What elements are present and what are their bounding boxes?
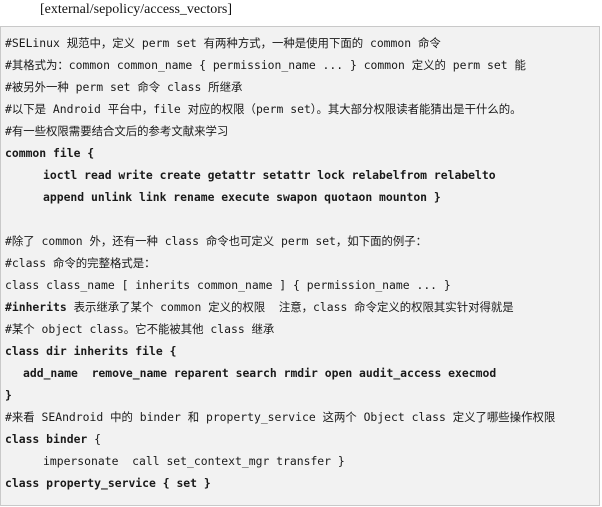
code-line: class binder { bbox=[5, 431, 101, 447]
code-line: #某个 object class。它不能被其他 class 继承 bbox=[5, 322, 275, 336]
code-line: add_name remove_name reparent search rmd… bbox=[23, 366, 497, 380]
code-line: #来看 SEAndroid 中的 binder 和 property_servi… bbox=[5, 410, 556, 424]
inherits-keyword: #inherits bbox=[5, 300, 67, 314]
code-line: #inherits 表示继承了某个 common 定义的权限 注意，class … bbox=[5, 299, 514, 315]
code-line: #以下是 Android 平台中，file 对应的权限（perm set）。其大… bbox=[5, 102, 522, 116]
code-line: class class_name [ inherits common_name … bbox=[5, 278, 451, 292]
code-line: #其格式为：common common_name { permission_na… bbox=[5, 58, 526, 72]
code-line: ioctl read write create getattr setattr … bbox=[43, 168, 496, 182]
code-line: class property_service { set } bbox=[5, 476, 211, 490]
code-line: #SELinux 规范中，定义 perm set 有两种方式，一种是使用下面的 … bbox=[5, 36, 441, 50]
code-listing: #SELinux 规范中，定义 perm set 有两种方式，一种是使用下面的 … bbox=[0, 26, 600, 506]
code-line: class dir inherits file { bbox=[5, 344, 177, 358]
code-line: impersonate call set_context_mgr transfe… bbox=[43, 454, 345, 468]
code-line: #被另外一种 perm set 命令 class 所继承 bbox=[5, 80, 243, 94]
code-text: 表示继承了某个 common 定义的权限 注意，class 命令定义的权限其实针… bbox=[73, 300, 514, 314]
code-line: } bbox=[5, 388, 12, 402]
code-line: #除了 common 外，还有一种 class 命令也可定义 perm set，… bbox=[5, 234, 428, 248]
code-line: #有一些权限需要结合文后的参考文献来学习 bbox=[5, 124, 229, 138]
class-binder-keyword: class binder bbox=[5, 432, 88, 446]
code-line: common file { bbox=[5, 146, 95, 160]
file-path-caption: [external/sepolicy/access_vectors] bbox=[40, 2, 233, 17]
code-text: { bbox=[94, 432, 102, 446]
code-line: #class 命令的完整格式是： bbox=[5, 256, 156, 270]
code-line: append unlink link rename execute swapon… bbox=[43, 190, 441, 204]
